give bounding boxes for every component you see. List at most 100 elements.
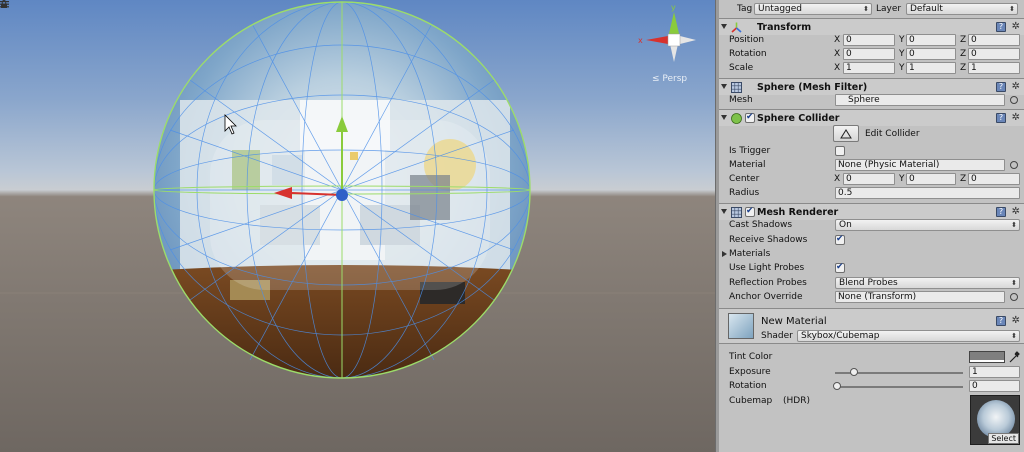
- material-header[interactable]: New Material Shader Skybox/Cubemap ? ✲: [719, 308, 1024, 344]
- rotation-slider-handle[interactable]: [833, 382, 841, 390]
- edit-collider-button[interactable]: [833, 125, 859, 142]
- object-picker-icon[interactable]: [1010, 161, 1018, 169]
- gear-icon[interactable]: ✲: [1012, 206, 1020, 217]
- position-y-field[interactable]: 0: [906, 34, 956, 46]
- help-icon[interactable]: ?: [996, 22, 1006, 32]
- radius-label: Radius: [729, 188, 760, 198]
- gear-icon[interactable]: ✲: [1012, 315, 1020, 326]
- mesh-value: Sphere: [848, 95, 880, 105]
- cast-shadows-dropdown[interactable]: On: [835, 219, 1020, 231]
- scale-label: Scale: [729, 63, 754, 73]
- mesh-renderer-icon: [731, 207, 742, 218]
- edit-collider-label: Edit Collider: [865, 129, 920, 139]
- sphere-collider-icon: [731, 113, 742, 124]
- foldout-arrow-icon[interactable]: [721, 115, 727, 120]
- radius-row: Radius 0.5: [719, 186, 1024, 200]
- position-z-field[interactable]: 0: [968, 34, 1020, 46]
- cast-shadows-row: Cast Shadows On: [719, 218, 1024, 232]
- object-picker-icon[interactable]: [1010, 96, 1018, 104]
- tint-color-swatch[interactable]: [969, 351, 1005, 363]
- use-light-probes-checkbox[interactable]: [835, 262, 845, 273]
- tag-label: Tag: [737, 4, 753, 14]
- edit-collider-row: Edit Collider: [719, 125, 1024, 143]
- position-x-field[interactable]: 0: [843, 34, 895, 46]
- edit-collider-icon: [840, 129, 852, 139]
- mesh-filter-title: Sphere (Mesh Filter): [757, 82, 868, 93]
- help-icon[interactable]: ?: [996, 316, 1006, 326]
- is-trigger-checkbox[interactable]: [835, 146, 845, 156]
- receive-shadows-checkbox[interactable]: [835, 234, 845, 245]
- mesh-object-field[interactable]: Sphere: [835, 94, 1005, 106]
- center-y-field[interactable]: 0: [906, 173, 956, 185]
- rotation-x-field[interactable]: 0: [843, 48, 895, 60]
- scale-x-field[interactable]: 1: [843, 62, 895, 74]
- use-light-probes-row: Use Light Probes: [719, 261, 1024, 275]
- cubemap-label: Cubemap: [729, 396, 773, 406]
- rotation-y-field[interactable]: 0: [906, 48, 956, 60]
- perspective-label[interactable]: ≤ Persp: [652, 74, 687, 84]
- reflection-probes-dropdown[interactable]: Blend Probes: [835, 277, 1020, 289]
- foldout-arrow-icon[interactable]: [721, 24, 727, 29]
- axis-y-label: Y: [899, 174, 905, 184]
- position-row: Position X 0 Y 0 Z 0: [719, 33, 1024, 47]
- cubemap-select-button[interactable]: Select: [988, 433, 1019, 444]
- tag-dropdown[interactable]: Untagged: [754, 3, 872, 15]
- tint-color-label: Tint Color: [729, 352, 773, 362]
- rotation-slider-track[interactable]: [835, 386, 963, 388]
- shader-dropdown[interactable]: Skybox/Cubemap: [797, 330, 1020, 342]
- gear-icon[interactable]: ✲: [1012, 81, 1020, 92]
- physic-material-field[interactable]: None (Physic Material): [835, 159, 1005, 171]
- eyedropper-icon[interactable]: [1009, 351, 1020, 363]
- help-icon[interactable]: ?: [996, 207, 1006, 217]
- foldout-arrow-icon[interactable]: [721, 209, 727, 214]
- panel-menu-icon[interactable]: [0, 0, 9, 8]
- sphere-collider-header[interactable]: Sphere Collider ? ✲: [719, 109, 1024, 126]
- reflection-probes-label: Reflection Probes: [729, 278, 807, 288]
- tint-color-row: Tint Color: [719, 350, 1024, 364]
- help-icon[interactable]: ?: [996, 82, 1006, 92]
- scene-canvas[interactable]: y x: [0, 0, 715, 452]
- reflection-probes-row: Reflection Probes Blend Probes: [719, 276, 1024, 290]
- mesh-renderer-enabled-checkbox[interactable]: [745, 206, 755, 217]
- exposure-field[interactable]: 1: [969, 366, 1020, 378]
- radius-field[interactable]: 0.5: [835, 187, 1020, 199]
- materials-foldout-icon[interactable]: [722, 251, 727, 257]
- axis-x-label: X: [834, 35, 841, 45]
- receive-shadows-label: Receive Shadows: [729, 235, 808, 245]
- foldout-arrow-icon[interactable]: [721, 84, 727, 89]
- gear-icon[interactable]: ✲: [1012, 112, 1020, 123]
- axis-y-label: Y: [899, 49, 905, 59]
- material-rotation-field[interactable]: 0: [969, 380, 1020, 392]
- cubemap-texture-slot[interactable]: Select: [970, 395, 1020, 445]
- exposure-label: Exposure: [729, 367, 771, 377]
- svg-text:x: x: [638, 36, 643, 45]
- sphere-collider-title: Sphere Collider: [757, 113, 840, 124]
- mesh-grid-icon: [731, 82, 742, 93]
- materials-label[interactable]: Materials: [729, 249, 770, 259]
- axis-y-label: Y: [899, 63, 905, 73]
- materials-row[interactable]: Materials: [719, 247, 1024, 261]
- scale-y-field[interactable]: 1: [906, 62, 956, 74]
- axis-x-label: X: [834, 63, 841, 73]
- scale-z-field[interactable]: 1: [968, 62, 1020, 74]
- shader-label: Shader: [761, 331, 793, 341]
- transform-icon: [731, 22, 742, 33]
- receive-shadows-row: Receive Shadows: [719, 233, 1024, 247]
- center-z-field[interactable]: 0: [968, 173, 1020, 185]
- axis-z-label: Z: [960, 63, 967, 73]
- anchor-override-field[interactable]: None (Transform): [835, 291, 1005, 303]
- gear-icon[interactable]: ✲: [1012, 21, 1020, 32]
- orientation-gizmo[interactable]: y x: [638, 3, 696, 62]
- material-rotation-row: Rotation 0: [719, 379, 1024, 393]
- object-picker-icon[interactable]: [1010, 293, 1018, 301]
- layer-dropdown[interactable]: Default: [906, 3, 1018, 15]
- position-label: Position: [729, 35, 765, 45]
- axis-z-label: Z: [960, 49, 967, 59]
- scene-view[interactable]: y x ≤ Persp: [0, 0, 715, 452]
- rotation-z-field[interactable]: 0: [968, 48, 1020, 60]
- sphere-collider-enabled-checkbox[interactable]: [745, 112, 755, 123]
- center-x-field[interactable]: 0: [843, 173, 895, 185]
- exposure-slider-handle[interactable]: [850, 368, 859, 376]
- axis-x-label: X: [834, 174, 841, 184]
- help-icon[interactable]: ?: [996, 113, 1006, 123]
